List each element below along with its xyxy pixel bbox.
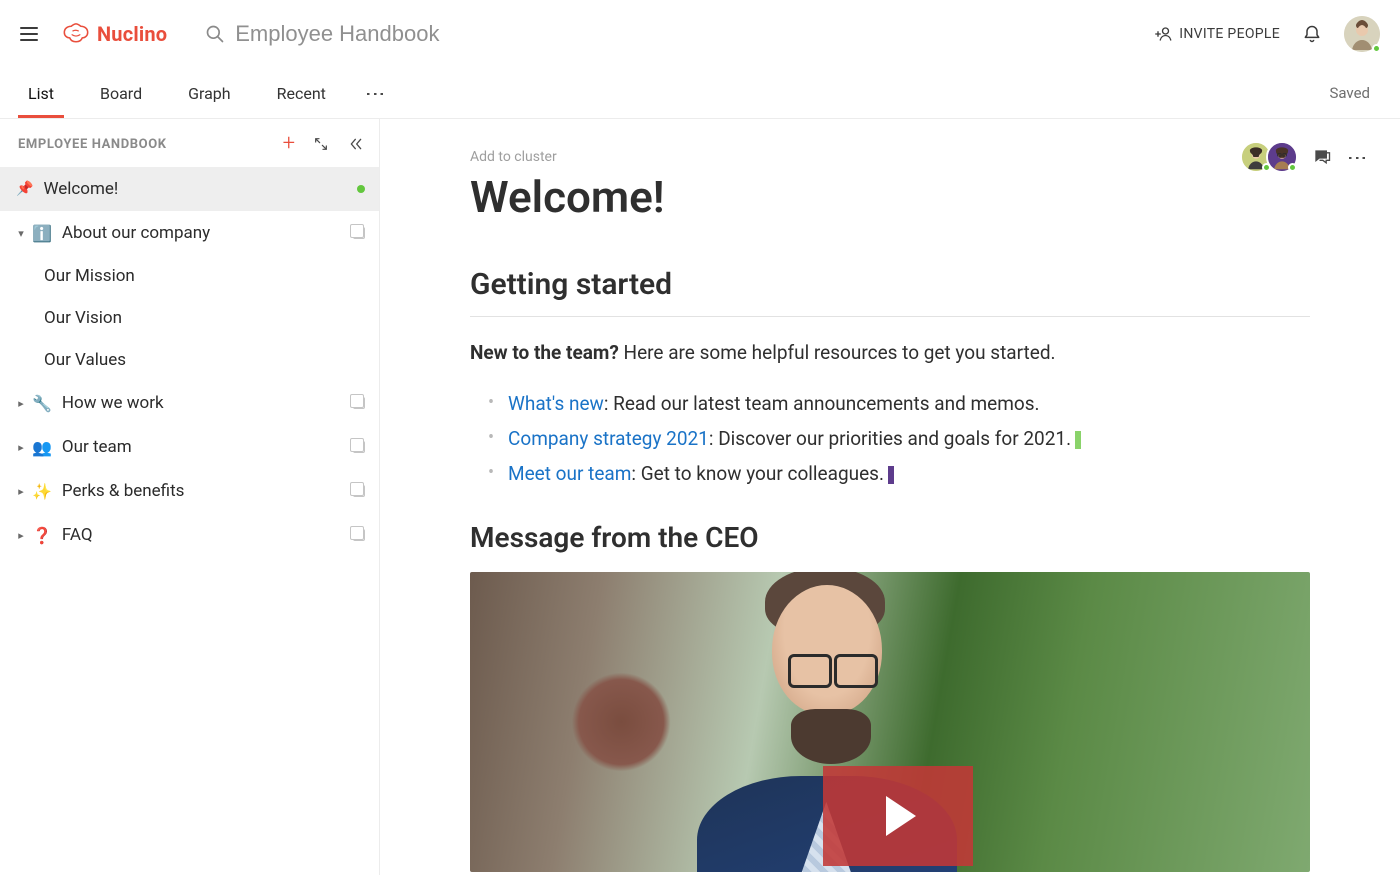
invite-icon [1155, 25, 1173, 43]
menu-button[interactable] [20, 22, 44, 46]
view-tab-list[interactable]: List [20, 68, 62, 118]
chevron-right-icon: ▸ [16, 529, 26, 542]
team-icon: 👥 [32, 438, 52, 457]
link-strategy[interactable]: Company strategy 2021 [508, 427, 709, 450]
document-main: ⋮ Add to cluster Welcome! Getting starte… [380, 119, 1400, 875]
comments-button[interactable] [1312, 147, 1332, 167]
chevron-down-icon: ▾ [16, 227, 26, 240]
view-more-menu[interactable]: ⋮ [364, 84, 388, 102]
pin-icon: 📌 [16, 181, 33, 197]
sidebar-item-how-we-work[interactable]: ▸ 🔧 How we work [0, 381, 379, 425]
presence-indicator [1372, 44, 1381, 53]
sidebar-item-label: About our company [62, 223, 210, 243]
search-container [205, 21, 1137, 47]
list-item: What's new: Read our latest team announc… [494, 386, 1310, 421]
sidebar-title: EMPLOYEE HANDBOOK [18, 137, 167, 152]
sidebar-item-label: FAQ [62, 525, 93, 545]
list-item: Meet our team: Get to know your colleagu… [494, 456, 1310, 491]
notifications-button[interactable] [1302, 23, 1322, 45]
sparkle-icon: ✨ [32, 482, 52, 501]
sidebar-item-label: Our team [62, 437, 132, 457]
sidebar-item-our-team[interactable]: ▸ 👥 Our team [0, 425, 379, 469]
sidebar-item-label: Perks & benefits [62, 481, 185, 501]
collapse-sidebar-button[interactable] [347, 136, 365, 152]
sidebar-item-label: Welcome! [43, 179, 118, 199]
brand-name: Nuclino [97, 22, 167, 46]
add-to-cluster-button[interactable]: Add to cluster [470, 149, 1310, 165]
link-whats-new[interactable]: What's new [508, 392, 604, 415]
presence-cursor-icon [1075, 431, 1081, 449]
link-meet-team[interactable]: Meet our team [508, 462, 631, 485]
current-user-avatar[interactable] [1344, 16, 1380, 52]
sidebar-item-values[interactable]: Our Values [0, 339, 379, 381]
cluster-icon [353, 485, 365, 497]
presence-cursor-icon [888, 466, 894, 484]
sidebar: EMPLOYEE HANDBOOK + 📌 Welcome! [0, 119, 380, 875]
sidebar-item-mission[interactable]: Our Mission [0, 255, 379, 297]
save-status: Saved [1329, 84, 1370, 102]
cluster-icon [353, 529, 365, 541]
chevron-right-icon: ▸ [16, 485, 26, 498]
divider [470, 316, 1310, 317]
expand-icon[interactable] [313, 136, 329, 152]
collaborator-avatar[interactable] [1266, 141, 1298, 173]
section-heading: Message from the CEO [470, 521, 1310, 554]
add-page-button[interactable]: + [283, 133, 295, 155]
cluster-icon [353, 227, 365, 239]
cluster-icon [353, 441, 365, 453]
section-heading: Getting started [470, 267, 1310, 302]
invite-people-button[interactable]: INVITE PEOPLE [1155, 25, 1280, 43]
sidebar-item-about[interactable]: ▾ ℹ️ About our company [0, 211, 379, 255]
document-more-menu[interactable]: ⋮ [1346, 148, 1370, 166]
tools-icon: 🔧 [32, 394, 52, 413]
collaborator-avatars[interactable] [1240, 141, 1298, 173]
cluster-icon [353, 397, 365, 409]
ceo-video[interactable] [470, 572, 1310, 872]
brain-icon [62, 23, 90, 45]
view-tab-board[interactable]: Board [92, 68, 150, 118]
sidebar-item-vision[interactable]: Our Vision [0, 297, 379, 339]
intro-text: New to the team? Here are some helpful r… [470, 339, 1310, 368]
info-icon: ℹ️ [32, 224, 52, 243]
view-tab-recent[interactable]: Recent [269, 68, 334, 118]
chevron-right-icon: ▸ [16, 397, 26, 410]
view-tab-graph[interactable]: Graph [180, 68, 239, 118]
play-icon [886, 796, 916, 836]
search-input[interactable] [235, 21, 715, 47]
question-icon: ❓ [32, 526, 52, 545]
search-icon [205, 24, 225, 44]
play-button[interactable] [823, 766, 973, 866]
sidebar-item-label: How we work [62, 393, 164, 413]
page-title: Welcome! [470, 171, 1310, 223]
invite-label: INVITE PEOPLE [1179, 26, 1280, 42]
sidebar-item-perks[interactable]: ▸ ✨ Perks & benefits [0, 469, 379, 513]
sidebar-item-welcome[interactable]: 📌 Welcome! [0, 167, 379, 211]
presence-icon [357, 185, 365, 193]
list-item: Company strategy 2021: Discover our prio… [494, 421, 1310, 456]
chevron-right-icon: ▸ [16, 441, 26, 454]
resource-list: What's new: Read our latest team announc… [494, 386, 1310, 491]
brand-logo[interactable]: Nuclino [62, 22, 167, 46]
presence-indicator [1288, 163, 1297, 172]
sidebar-item-faq[interactable]: ▸ ❓ FAQ [0, 513, 379, 557]
